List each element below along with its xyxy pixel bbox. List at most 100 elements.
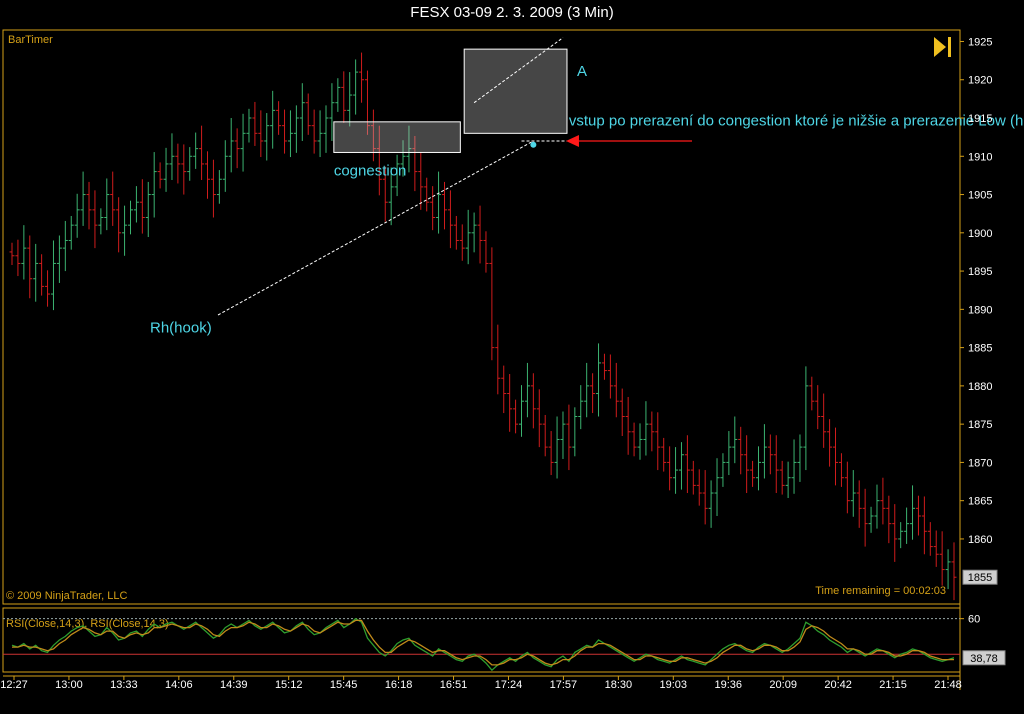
rsi-last-value-label: 38,78 bbox=[970, 653, 998, 665]
price-bar bbox=[696, 469, 702, 506]
price-bar bbox=[199, 125, 205, 181]
price-bar bbox=[803, 366, 809, 471]
price-bar bbox=[210, 159, 216, 218]
price-bar bbox=[62, 220, 68, 272]
price-bar bbox=[495, 324, 501, 395]
price-bar bbox=[74, 193, 80, 238]
price-bar bbox=[714, 458, 720, 516]
price-bar bbox=[501, 365, 507, 414]
rsi-tick-label: 60 bbox=[968, 614, 980, 626]
time-remaining-text: Time remaining = 00:02:03 bbox=[815, 585, 946, 597]
skip-forward-triangle bbox=[934, 37, 946, 57]
price-bar bbox=[436, 171, 442, 234]
price-bar bbox=[27, 235, 33, 299]
congestion-box bbox=[333, 121, 461, 153]
price-bar bbox=[187, 147, 193, 181]
price-bar bbox=[862, 488, 868, 547]
price-bar bbox=[465, 209, 471, 265]
price-bar bbox=[335, 78, 341, 112]
price-bar bbox=[240, 113, 246, 172]
price-bar bbox=[791, 439, 797, 494]
time-tick-label: 17:57 bbox=[550, 679, 578, 691]
price-bar bbox=[738, 426, 744, 475]
price-bar bbox=[68, 215, 74, 250]
time-tick-label: 21:48 bbox=[934, 679, 962, 691]
price-bar bbox=[151, 152, 157, 218]
price-tick-label: 1875 bbox=[968, 419, 992, 431]
price-bar bbox=[720, 453, 726, 487]
chart-window: FESX 03-09 2. 3. 2009 (3 Min) Acognestio… bbox=[0, 0, 1024, 714]
price-bar bbox=[767, 434, 773, 475]
price-bar bbox=[15, 239, 21, 277]
price-bar bbox=[927, 522, 933, 556]
price-bar bbox=[868, 506, 874, 533]
price-bar bbox=[86, 181, 92, 230]
time-tick-label: 15:45 bbox=[330, 679, 358, 691]
price-bar bbox=[815, 385, 821, 430]
price-bar bbox=[524, 362, 530, 418]
price-bar bbox=[566, 404, 572, 471]
price-bar bbox=[578, 385, 584, 430]
price-bar bbox=[945, 549, 951, 590]
time-tick-label: 13:33 bbox=[110, 679, 138, 691]
price-bar bbox=[655, 412, 661, 471]
price-bar bbox=[104, 178, 110, 231]
price-bar bbox=[886, 495, 892, 544]
time-tick-label: 20:09 bbox=[769, 679, 797, 691]
price-bar bbox=[892, 504, 898, 562]
price-bar bbox=[797, 434, 803, 482]
price-bar bbox=[133, 186, 139, 223]
price-bar bbox=[601, 353, 607, 380]
price-tick-label: 1905 bbox=[968, 190, 992, 202]
time-tick-label: 14:39 bbox=[220, 679, 248, 691]
time-tick-label: 21:15 bbox=[879, 679, 907, 691]
price-bar bbox=[287, 110, 293, 158]
price-bar bbox=[690, 460, 696, 495]
price-bar bbox=[471, 212, 477, 253]
price-bar bbox=[276, 101, 282, 135]
price-bar bbox=[643, 401, 649, 456]
price-bar bbox=[910, 485, 916, 540]
price-bar bbox=[779, 460, 785, 495]
price-bar bbox=[39, 254, 45, 296]
price-bar bbox=[122, 205, 128, 256]
time-tick-label: 12:27 bbox=[0, 679, 28, 691]
price-bar bbox=[631, 422, 637, 457]
price-bar bbox=[246, 108, 252, 143]
price-bar bbox=[9, 242, 15, 265]
price-bar bbox=[347, 72, 353, 127]
chart-svg[interactable]: Acognestion Rh(hook) vstup po prerazení do… bbox=[0, 0, 1024, 714]
copyright-text: © 2009 NinjaTrader, LLC bbox=[6, 590, 127, 602]
price-bar bbox=[560, 411, 566, 459]
price-bar bbox=[536, 389, 542, 448]
price-bar bbox=[755, 446, 761, 491]
price-bar bbox=[418, 152, 424, 210]
price-tick-label: 1910 bbox=[968, 151, 992, 163]
price-bar bbox=[163, 147, 169, 192]
price-bar bbox=[833, 427, 839, 486]
price-bar bbox=[951, 542, 957, 601]
price-bar bbox=[708, 480, 714, 528]
annotation-a: A bbox=[577, 63, 587, 80]
price-bar bbox=[127, 200, 133, 235]
skip-forward-icon[interactable] bbox=[934, 37, 951, 57]
price-bar bbox=[619, 388, 625, 437]
rsi-panel: 60RSI(Close,14,3), RSI(Close,14,3)38,78 bbox=[3, 614, 1006, 672]
price-tick-label: 1870 bbox=[968, 457, 992, 469]
price-bar bbox=[430, 186, 436, 231]
price-bar bbox=[637, 423, 643, 460]
price-bar bbox=[726, 431, 732, 476]
price-bar bbox=[844, 461, 850, 514]
price-tick-label: 1895 bbox=[968, 266, 992, 278]
price-tick-label: 1890 bbox=[968, 304, 992, 316]
price-bar bbox=[258, 110, 264, 158]
price-bar bbox=[827, 419, 833, 467]
annotation-rh-hook: Rh(hook) bbox=[150, 319, 212, 336]
price-bar bbox=[702, 470, 708, 525]
box-a bbox=[463, 48, 568, 134]
price-bar bbox=[542, 414, 548, 457]
price-bar bbox=[305, 93, 311, 135]
price-bar bbox=[459, 224, 465, 261]
price-bar bbox=[572, 407, 578, 457]
price-bar bbox=[228, 118, 234, 173]
